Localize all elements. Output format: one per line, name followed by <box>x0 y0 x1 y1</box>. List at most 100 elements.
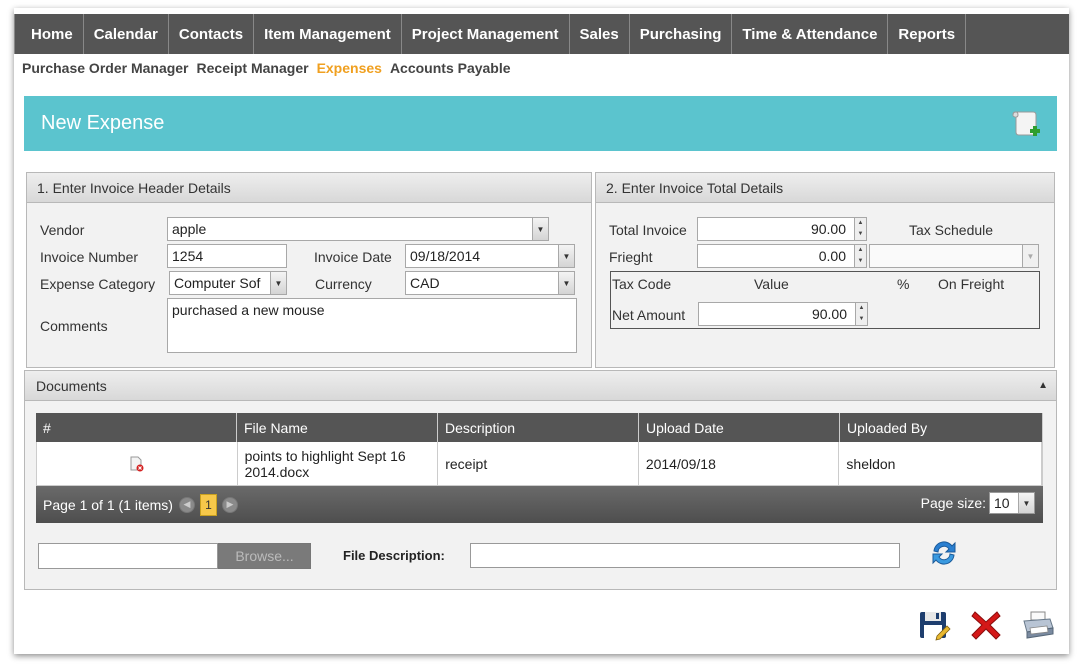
chevron-down-icon[interactable]: ▼ <box>532 218 548 240</box>
chevron-down-icon[interactable]: ▼ <box>1022 245 1038 267</box>
column-header-file-name[interactable]: File Name <box>237 413 438 442</box>
vendor-select[interactable]: apple ▼ <box>167 217 549 241</box>
page-size-value: 10 <box>994 495 1010 511</box>
page-size-label: Page size: <box>920 495 986 511</box>
sub-nav: Purchase Order Manager Receipt Manager E… <box>22 60 511 76</box>
invoice-number-input[interactable]: 1254 <box>167 244 287 268</box>
column-header-upload-date[interactable]: Upload Date <box>639 413 840 442</box>
expense-category-label: Expense Category <box>40 276 156 292</box>
upload-row: Browse... File Description: <box>38 541 1038 569</box>
nav-purchasing[interactable]: Purchasing <box>630 14 733 54</box>
chevron-up-icon[interactable]: ▲ <box>1038 380 1048 391</box>
page-banner: New Expense <box>24 96 1057 151</box>
total-invoice-label: Total Invoice <box>609 222 687 238</box>
invoice-date-label: Invoice Date <box>314 249 392 265</box>
net-amount-label: Net Amount <box>612 307 686 323</box>
invoice-total-title: 2. Enter Invoice Total Details <box>596 173 1054 203</box>
chevron-down-icon[interactable]: ▼ <box>270 272 286 294</box>
row-delete-cell <box>37 442 238 485</box>
value-label: Value <box>754 276 789 292</box>
invoice-number-label: Invoice Number <box>40 249 139 265</box>
expense-category-value: Computer Sof <box>174 275 261 291</box>
column-header-description[interactable]: Description <box>438 413 639 442</box>
file-description-input[interactable] <box>470 543 900 568</box>
chevron-down-icon[interactable]: ▼ <box>558 245 574 267</box>
tax-schedule-select[interactable]: ▼ <box>869 244 1039 268</box>
chevron-down-icon[interactable]: ▼ <box>1018 493 1034 513</box>
vendor-value: apple <box>172 221 207 237</box>
net-amount-input[interactable]: 90.00 ▲ ▼ <box>698 302 868 326</box>
invoice-number-value: 1254 <box>172 248 204 264</box>
page-size-control: Page size: 10 ▼ <box>921 492 1035 514</box>
delete-document-icon[interactable] <box>130 456 144 472</box>
cancel-icon[interactable] <box>969 608 1003 642</box>
pager-summary: Page 1 of 1 (1 items) <box>43 496 173 513</box>
freight-input[interactable]: 0.00 ▲ ▼ <box>697 244 867 268</box>
app-frame: Home Calendar Contacts Item Management P… <box>14 8 1069 654</box>
column-header-number[interactable]: # <box>36 413 237 442</box>
save-icon[interactable] <box>917 608 951 642</box>
row-uploaded-by: sheldon <box>839 442 1043 485</box>
action-bar <box>917 608 1055 642</box>
top-nav: Home Calendar Contacts Item Management P… <box>14 14 1069 54</box>
page-size-select[interactable]: 10 ▼ <box>989 492 1035 514</box>
subnav-accounts-payable[interactable]: Accounts Payable <box>390 60 511 76</box>
column-header-uploaded-by[interactable]: Uploaded By <box>840 413 1043 442</box>
print-icon[interactable] <box>1021 608 1055 642</box>
comments-textarea[interactable]: purchased a new mouse <box>167 298 577 353</box>
row-file-name[interactable]: points to highlight Sept 16 2014.docx <box>238 442 439 485</box>
browse-button[interactable]: Browse... <box>218 543 311 569</box>
file-description-label: File Description: <box>343 548 445 563</box>
tax-code-label: Tax Code <box>612 276 672 292</box>
tax-schedule-label: Tax Schedule <box>909 222 994 238</box>
net-amount-value: 90.00 <box>811 306 847 322</box>
nav-project-management[interactable]: Project Management <box>402 14 570 54</box>
subnav-purchase-order-manager[interactable]: Purchase Order Manager <box>22 60 189 76</box>
spinner-icon[interactable]: ▲ ▼ <box>854 218 866 240</box>
nav-item-management[interactable]: Item Management <box>254 14 402 54</box>
nav-time-attendance[interactable]: Time & Attendance <box>732 14 889 54</box>
invoice-date-value: 09/18/2014 <box>410 248 481 264</box>
grid-pager: Page 1 of 1 (1 items) ◀ 1 ▶ Page size: 1… <box>36 486 1043 523</box>
currency-value: CAD <box>410 275 440 291</box>
documents-title: Documents <box>36 377 107 394</box>
expense-category-select[interactable]: Computer Sof ▼ <box>169 271 287 295</box>
table-row[interactable]: points to highlight Sept 16 2014.docx re… <box>36 442 1043 486</box>
invoice-date-picker[interactable]: 09/18/2014 ▼ <box>405 244 575 268</box>
currency-select[interactable]: CAD ▼ <box>405 271 575 295</box>
row-description: receipt <box>438 442 639 485</box>
invoice-total-panel: 2. Enter Invoice Total Details Total Inv… <box>595 172 1055 368</box>
nav-sales[interactable]: Sales <box>570 14 630 54</box>
next-page-icon[interactable]: ▶ <box>221 496 238 513</box>
documents-panel: Documents ▲ # File Name Description Uplo… <box>24 370 1057 590</box>
file-path-input[interactable] <box>38 543 218 569</box>
invoice-header-title: 1. Enter Invoice Header Details <box>27 173 591 203</box>
comments-label: Comments <box>40 318 108 334</box>
nav-calendar[interactable]: Calendar <box>84 14 169 54</box>
subnav-receipt-manager[interactable]: Receipt Manager <box>197 60 309 76</box>
tax-box: Tax Code Value % On Freight Net Amount 9… <box>610 271 1040 329</box>
spinner-icon[interactable]: ▲ ▼ <box>854 245 866 267</box>
chevron-down-icon[interactable]: ▼ <box>558 272 574 294</box>
page-1-button[interactable]: 1 <box>199 493 217 516</box>
nav-reports[interactable]: Reports <box>888 14 967 54</box>
nav-home[interactable]: Home <box>14 14 84 54</box>
documents-grid: # File Name Description Upload Date Uplo… <box>36 413 1043 523</box>
subnav-expenses[interactable]: Expenses <box>317 60 382 76</box>
row-upload-date: 2014/09/18 <box>639 442 840 485</box>
upload-refresh-icon[interactable] <box>928 537 960 569</box>
comments-value: purchased a new mouse <box>172 302 325 318</box>
nav-contacts[interactable]: Contacts <box>169 14 255 54</box>
documents-header[interactable]: Documents ▲ <box>25 371 1056 401</box>
spinner-icon[interactable]: ▲ ▼ <box>855 303 867 325</box>
vendor-label: Vendor <box>40 222 85 238</box>
total-invoice-input[interactable]: 90.00 ▲ ▼ <box>697 217 867 241</box>
percent-label: % <box>897 276 910 292</box>
add-document-icon[interactable] <box>1009 106 1043 140</box>
prev-page-icon[interactable]: ◀ <box>178 496 195 513</box>
total-invoice-value: 90.00 <box>810 221 846 237</box>
freight-value: 0.00 <box>818 248 846 264</box>
invoice-header-panel: 1. Enter Invoice Header Details Vendor a… <box>26 172 592 368</box>
page-title: New Expense <box>41 112 165 134</box>
currency-label: Currency <box>315 276 372 292</box>
